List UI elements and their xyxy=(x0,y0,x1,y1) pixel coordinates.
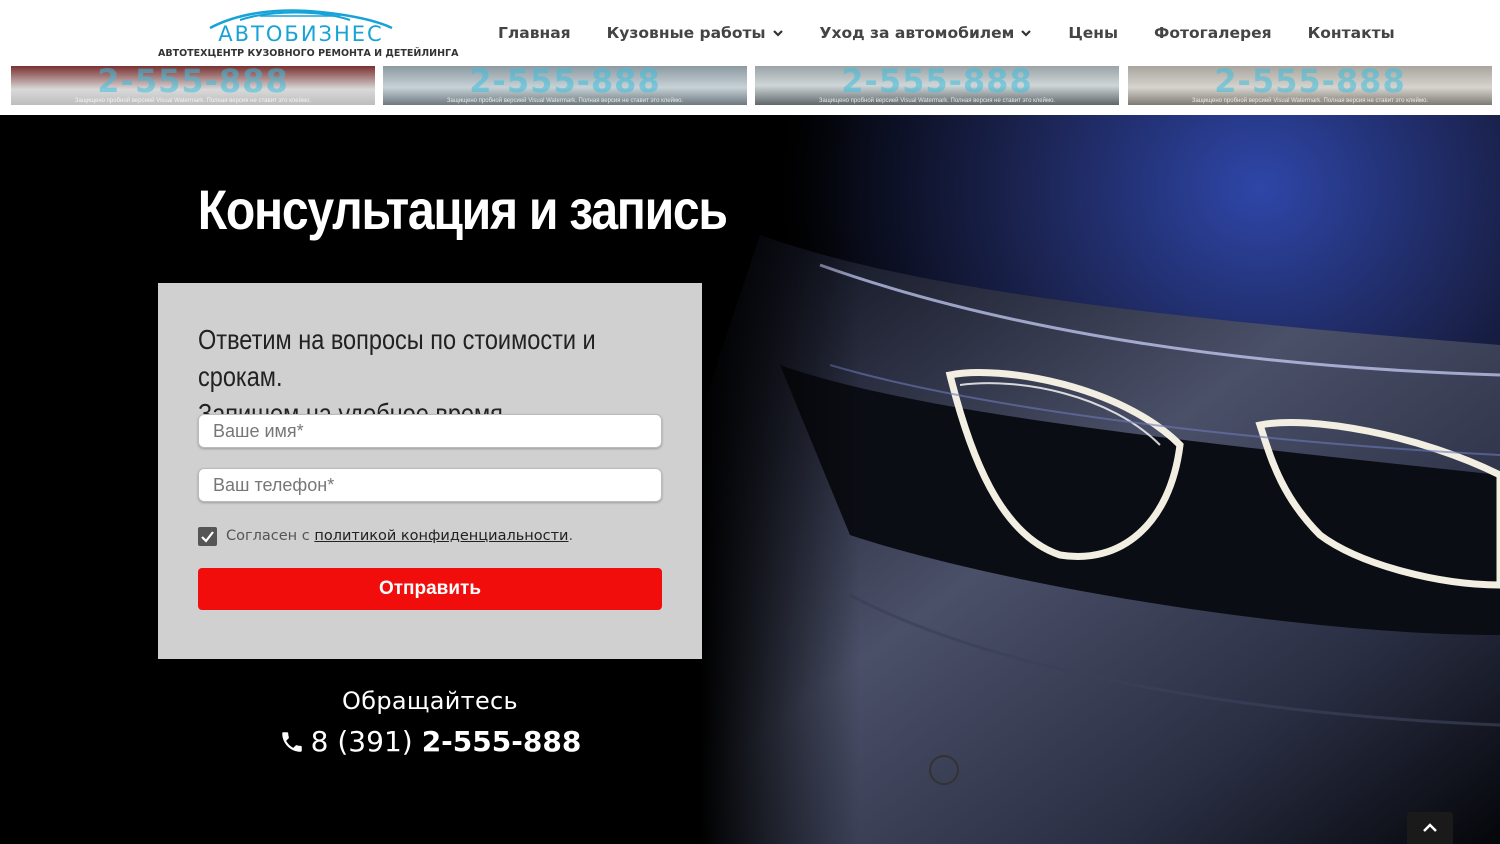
watermark-note: Защищено пробной версией Visual Watermar… xyxy=(818,98,1056,104)
gallery-thumb[interactable]: 2-555-888 Защищено пробной версией Visua… xyxy=(11,66,375,105)
nav-item-car-care[interactable]: Уход за автомобилем xyxy=(802,24,1051,42)
car-headlight-image xyxy=(700,115,1500,844)
gallery-thumb[interactable]: 2-555-888 Защищено пробной версией Visua… xyxy=(1128,66,1492,105)
nav-item-label: Цены xyxy=(1068,24,1118,42)
chevron-down-icon xyxy=(772,30,783,37)
consultation-form: Ответим на вопросы по стоимости и срокам… xyxy=(158,283,702,659)
site-logo[interactable]: АВТОБИЗНЕС АВТОТЕХЦЕНТР КУЗОВНОГО РЕМОНТ… xyxy=(155,4,459,62)
nav-item-body-work[interactable]: Кузовные работы xyxy=(589,24,802,42)
main-nav: Главная Кузовные работы Уход за автомоби… xyxy=(480,0,1413,66)
consultation-section: Консультация и запись Ответим на вопросы… xyxy=(0,115,1500,844)
watermark-text: 2-555-888 xyxy=(841,66,1033,100)
consent-row: Согласен с политикой конфиденциальности. xyxy=(198,526,573,546)
nav-item-label: Главная xyxy=(498,24,571,42)
nav-item-contacts[interactable]: Контакты xyxy=(1290,24,1413,42)
watermark-note: Защищено пробной версией Visual Watermar… xyxy=(74,98,312,104)
chevron-down-icon xyxy=(1021,30,1032,37)
scroll-to-top-button[interactable] xyxy=(1407,812,1453,844)
phone-number: 2-555-888 xyxy=(421,725,582,758)
site-header: АВТОБИЗНЕС АВТОТЕХЦЕНТР КУЗОВНОГО РЕМОНТ… xyxy=(0,0,1500,66)
consent-suffix: . xyxy=(568,528,574,544)
nav-item-label: Фотогалерея xyxy=(1153,24,1272,42)
phone-icon xyxy=(281,731,302,752)
contact-phone[interactable]: 8 (391) 2-555-888 xyxy=(160,725,700,758)
phone-input[interactable] xyxy=(198,468,662,502)
checkmark-icon xyxy=(201,530,214,543)
consent-checkbox[interactable] xyxy=(198,526,217,546)
watermark-text: 2-555-888 xyxy=(469,66,661,100)
nav-item-prices[interactable]: Цены xyxy=(1050,24,1136,42)
name-input[interactable] xyxy=(198,414,662,448)
contact-heading: Обращайтесь xyxy=(342,687,518,715)
watermark-text: 2-555-888 xyxy=(1214,66,1406,100)
logo-wordmark: АВТОБИЗНЕС xyxy=(218,22,384,46)
logo-tagline: АВТОТЕХЦЕНТР КУЗОВНОГО РЕМОНТА И ДЕТЕЙЛИ… xyxy=(158,48,459,59)
nav-item-gallery[interactable]: Фотогалерея xyxy=(1136,24,1290,42)
privacy-policy-link[interactable]: политикой конфиденциальности xyxy=(314,528,568,544)
chevron-up-icon xyxy=(1423,823,1437,832)
watermark-note: Защищено пробной версией Visual Watermar… xyxy=(1191,98,1429,104)
consent-prefix: Согласен с xyxy=(226,528,315,544)
nav-item-home[interactable]: Главная xyxy=(480,24,589,42)
form-lead-line: Ответим на вопросы по стоимости и срокам… xyxy=(198,324,596,392)
consent-text: Согласен с политикой конфиденциальности. xyxy=(226,528,573,544)
watermark-note: Защищено пробной версией Visual Watermar… xyxy=(446,98,684,104)
gallery-strip: 2-555-888 Защищено пробной версией Visua… xyxy=(0,66,1500,115)
nav-item-label: Контакты xyxy=(1307,24,1395,42)
section-title: Консультация и запись xyxy=(197,178,728,241)
nav-item-label: Кузовные работы xyxy=(606,24,766,42)
watermark-text: 2-555-888 xyxy=(97,66,289,100)
gallery-thumb[interactable]: 2-555-888 Защищено пробной версией Visua… xyxy=(755,66,1119,105)
phone-prefix: 8 (391) xyxy=(310,725,413,758)
gallery-thumb[interactable]: 2-555-888 Защищено пробной версией Visua… xyxy=(383,66,747,105)
nav-item-label: Уход за автомобилем xyxy=(819,24,1015,42)
submit-button[interactable]: Отправить xyxy=(198,568,662,610)
